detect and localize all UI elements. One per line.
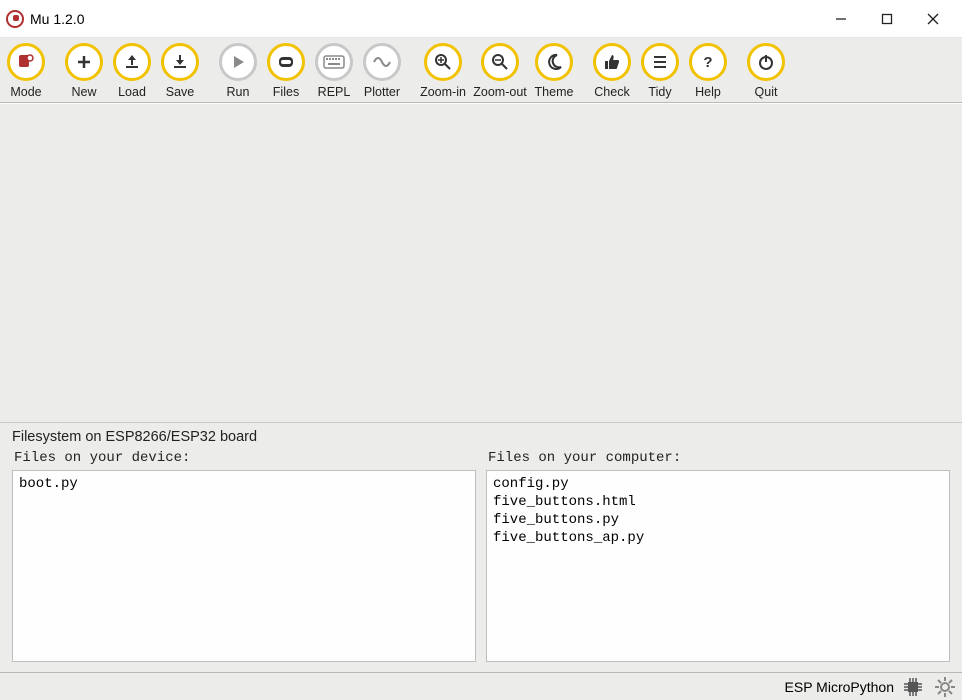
list-item[interactable]: config.py <box>493 475 943 493</box>
maximize-button[interactable] <box>864 0 910 38</box>
help-button[interactable]: ? Help <box>684 41 732 101</box>
quit-label: Quit <box>755 85 778 99</box>
mode-button[interactable]: Mode <box>2 41 50 101</box>
zoom-in-button[interactable]: Zoom-in <box>416 41 470 101</box>
keyboard-icon <box>315 43 353 81</box>
status-mode-label: ESP MicroPython <box>785 679 894 695</box>
tidy-label: Tidy <box>648 85 671 99</box>
quit-button[interactable]: Quit <box>742 41 790 101</box>
list-item[interactable]: boot.py <box>19 475 469 493</box>
list-item[interactable]: five_buttons_ap.py <box>493 529 943 547</box>
load-label: Load <box>118 85 146 99</box>
plotter-icon <box>363 43 401 81</box>
device-files-label: Files on your device: <box>12 450 476 470</box>
question-icon: ? <box>689 43 727 81</box>
check-button[interactable]: Check <box>588 41 636 101</box>
theme-button[interactable]: Theme <box>530 41 578 101</box>
run-label: Run <box>227 85 250 99</box>
chip-icon[interactable] <box>900 674 926 700</box>
repl-label: REPL <box>318 85 351 99</box>
mode-label: Mode <box>10 85 41 99</box>
zoom-in-icon <box>424 43 462 81</box>
zoom-out-icon <box>481 43 519 81</box>
device-files-list[interactable]: boot.py <box>12 470 476 662</box>
mode-icon <box>7 43 45 81</box>
computer-files-list[interactable]: config.pyfive_buttons.htmlfive_buttons.p… <box>486 470 950 662</box>
folder-icon <box>267 43 305 81</box>
computer-files-label: Files on your computer: <box>486 450 950 470</box>
load-button[interactable]: Load <box>108 41 156 101</box>
app-icon <box>6 10 24 28</box>
repl-button[interactable]: REPL <box>310 41 358 101</box>
zoom-out-button[interactable]: Zoom-out <box>470 41 530 101</box>
status-bar: ESP MicroPython <box>0 672 962 700</box>
zoom-out-label: Zoom-out <box>473 85 527 99</box>
plotter-label: Plotter <box>364 85 400 99</box>
play-icon <box>219 43 257 81</box>
list-item[interactable]: five_buttons.html <box>493 493 943 511</box>
theme-label: Theme <box>535 85 574 99</box>
power-icon <box>747 43 785 81</box>
window-title: Mu 1.2.0 <box>30 11 84 27</box>
editor-area[interactable] <box>0 103 962 422</box>
new-label: New <box>71 85 96 99</box>
list-icon <box>641 43 679 81</box>
toolbar: Mode New Load Save Run Files <box>0 38 962 103</box>
files-label: Files <box>273 85 299 99</box>
check-label: Check <box>594 85 629 99</box>
filesystem-panel: Filesystem on ESP8266/ESP32 board Files … <box>0 422 962 672</box>
download-icon <box>161 43 199 81</box>
titlebar: Mu 1.2.0 <box>0 0 962 38</box>
run-button[interactable]: Run <box>214 41 262 101</box>
upload-icon <box>113 43 151 81</box>
moon-icon <box>535 43 573 81</box>
thumbs-up-icon <box>593 43 631 81</box>
plotter-button[interactable]: Plotter <box>358 41 406 101</box>
svg-text:?: ? <box>703 54 712 71</box>
new-button[interactable]: New <box>60 41 108 101</box>
filesystem-panel-title: Filesystem on ESP8266/ESP32 board <box>0 423 962 450</box>
zoom-in-label: Zoom-in <box>420 85 466 99</box>
tidy-button[interactable]: Tidy <box>636 41 684 101</box>
close-button[interactable] <box>910 0 956 38</box>
help-label: Help <box>695 85 721 99</box>
gear-icon[interactable] <box>932 674 958 700</box>
computer-files-column: Files on your computer: config.pyfive_bu… <box>486 450 950 662</box>
device-files-column: Files on your device: boot.py <box>12 450 476 662</box>
files-button[interactable]: Files <box>262 41 310 101</box>
plus-icon <box>65 43 103 81</box>
minimize-button[interactable] <box>818 0 864 38</box>
save-label: Save <box>166 85 195 99</box>
save-button[interactable]: Save <box>156 41 204 101</box>
list-item[interactable]: five_buttons.py <box>493 511 943 529</box>
